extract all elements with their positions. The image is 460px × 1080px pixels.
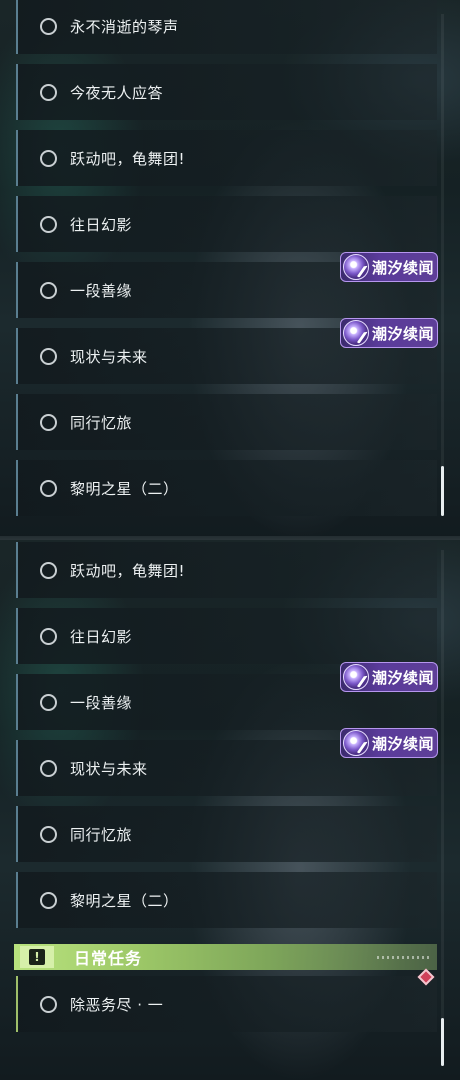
- quest-row[interactable]: 跃动吧，龟舞团!: [16, 542, 437, 598]
- quest-title: 同行忆旅: [70, 825, 133, 844]
- quest-row[interactable]: 跃动吧，龟舞团!: [16, 130, 437, 186]
- tidal-story-icon: [343, 664, 369, 690]
- daily-quest-row[interactable]: 除恶务尽 · 一: [16, 976, 437, 1032]
- quest-row[interactable]: 黎明之星（二）: [16, 460, 437, 516]
- quest-row[interactable]: 往日幻影: [16, 196, 437, 252]
- quest-status-circle-icon: [40, 149, 57, 167]
- badge-label: 潮汐续闻: [372, 324, 435, 343]
- quest-panel-bottom: 跃动吧，龟舞团! 往日幻影 一段善缘 现状与未来 同行忆旅 黎明之星（二） 潮汐…: [0, 540, 460, 1080]
- quest-title: 黎明之星（二）: [70, 891, 179, 910]
- quest-title: 往日幻影: [70, 215, 133, 234]
- quest-status-circle-icon: [40, 479, 57, 497]
- quest-status-circle-icon: [40, 995, 57, 1013]
- quest-title: 现状与未来: [70, 347, 148, 366]
- quest-status-circle-icon: [40, 17, 57, 35]
- tidal-story-badge: 潮汐续闻: [340, 728, 438, 758]
- quest-status-circle-icon: [40, 413, 57, 431]
- scrollbar-thumb[interactable]: [441, 1018, 444, 1066]
- quest-title: 往日幻影: [70, 627, 133, 646]
- tidal-story-badge: 潮汐续闻: [340, 318, 438, 348]
- scrollbar-track[interactable]: [441, 14, 444, 516]
- tidal-story-icon: [343, 320, 369, 346]
- quest-status-circle-icon: [40, 891, 57, 909]
- quest-title: 同行忆旅: [70, 413, 133, 432]
- badge-label: 潮汐续闻: [372, 258, 435, 277]
- quest-title: 一段善缘: [70, 281, 133, 300]
- tidal-story-icon: [343, 730, 369, 756]
- quest-row[interactable]: 今夜无人应答: [16, 64, 437, 120]
- badge-label: 潮汐续闻: [372, 668, 435, 687]
- quest-title: 今夜无人应答: [70, 83, 164, 102]
- quest-title: 黎明之星（二）: [70, 479, 179, 498]
- scrollbar-thumb[interactable]: [441, 466, 444, 516]
- quest-panel-top: 永不消逝的琴声 今夜无人应答 跃动吧，龟舞团! 往日幻影 一段善缘 现状与未来 …: [0, 0, 460, 540]
- badge-label: 潮汐续闻: [372, 734, 435, 753]
- quest-title: 永不消逝的琴声: [70, 17, 179, 36]
- quest-title: 跃动吧，龟舞团!: [70, 149, 186, 168]
- quest-title: 一段善缘: [70, 693, 133, 712]
- tidal-story-badge: 潮汐续闻: [340, 662, 438, 692]
- quest-row[interactable]: 同行忆旅: [16, 394, 437, 450]
- quest-status-circle-icon: [40, 215, 57, 233]
- quest-status-circle-icon: [40, 83, 57, 101]
- quest-row[interactable]: 往日幻影: [16, 608, 437, 664]
- quest-status-circle-icon: [40, 693, 57, 711]
- quest-status-circle-icon: [40, 561, 57, 579]
- quest-status-circle-icon: [40, 825, 57, 843]
- quest-status-circle-icon: [40, 281, 57, 299]
- daily-quests-header[interactable]: ! 日常任务: [14, 944, 437, 970]
- quest-title: 除恶务尽 · 一: [70, 995, 164, 1014]
- quest-row[interactable]: 同行忆旅: [16, 806, 437, 862]
- tidal-story-icon: [343, 254, 369, 280]
- scrollbar-track[interactable]: [441, 550, 444, 1066]
- header-decoration: [377, 955, 431, 959]
- quest-title: 跃动吧，龟舞团!: [70, 561, 186, 580]
- quest-status-circle-icon: [40, 627, 57, 645]
- quest-row[interactable]: 永不消逝的琴声: [16, 0, 437, 54]
- quest-title: 现状与未来: [70, 759, 148, 778]
- exclamation-icon: !: [20, 946, 54, 968]
- quest-status-circle-icon: [40, 347, 57, 365]
- section-title: 日常任务: [74, 949, 143, 968]
- quest-status-circle-icon: [40, 759, 57, 777]
- quest-row[interactable]: 黎明之星（二）: [16, 872, 437, 928]
- tidal-story-badge: 潮汐续闻: [340, 252, 438, 282]
